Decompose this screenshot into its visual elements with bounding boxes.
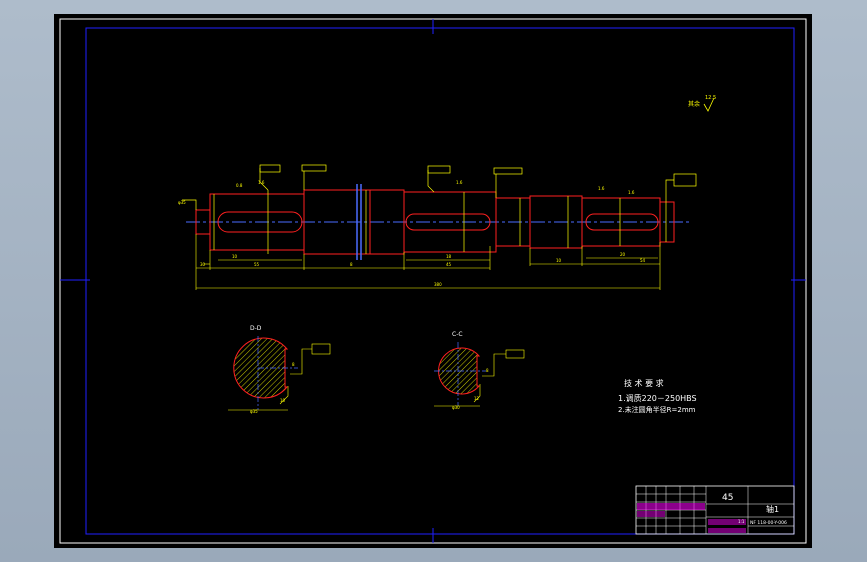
surface-finish-label: 1.6 — [628, 190, 635, 195]
roughness-symbol: 其余 12.5 — [688, 95, 716, 112]
surface-finish-label: 1.6 — [598, 186, 605, 191]
length-dimension: 10 — [232, 254, 238, 259]
length-dimension: 20 — [620, 252, 626, 257]
length-dimension: 54 — [640, 258, 646, 263]
section-view-d-d: D-D φ35 10 8 — [228, 325, 331, 414]
section-diameter: φ30 — [452, 405, 460, 410]
shaft-drawing: 其余 12.5 φ35 0.8 1.6 1.6 1.6 1.6 380 30 1… — [59, 18, 807, 544]
centering-marks — [60, 19, 806, 543]
roughness-label: 其余 — [688, 100, 700, 108]
title-block: 45 轴1 1:1 NF 118-00-Y-006 — [635, 485, 795, 535]
tech-req-line-1: 1.调质220－250HBS — [618, 393, 697, 403]
section-view-c-c: C-C φ30 12 8 — [434, 331, 525, 410]
length-dimension: 8 — [350, 262, 353, 267]
tech-req-title: 技 术 要 求 — [624, 378, 664, 388]
outer-border — [59, 18, 807, 544]
length-dimension: 10 — [556, 258, 562, 263]
surface-finish-label: 1.6 — [456, 180, 463, 185]
cad-drawing-canvas[interactable]: 其余 12.5 φ35 0.8 1.6 1.6 1.6 1.6 380 30 1… — [54, 14, 812, 548]
section-label: C-C — [452, 331, 463, 338]
keyway-width: 12 — [474, 396, 480, 401]
length-dimension: 18 — [446, 254, 452, 259]
keyway-depth: 8 — [486, 368, 489, 373]
material: 45 — [722, 493, 733, 503]
scale: 1:1 — [738, 519, 745, 524]
length-dimension: 30 — [200, 262, 206, 267]
shaft-main-view: φ35 0.8 1.6 1.6 1.6 1.6 380 30 10 55 8 1… — [178, 164, 697, 290]
overall-length-dimension: 380 — [434, 282, 442, 287]
keyway-depth: 8 — [292, 362, 295, 367]
section-diameter: φ35 — [250, 409, 258, 414]
keyway-width: 10 — [280, 398, 286, 403]
technical-requirements: 技 术 要 求 1.调质220－250HBS 2.未注圆角半径R=2mm — [618, 378, 697, 414]
section-label: D-D — [250, 325, 262, 332]
length-dimension: 55 — [254, 262, 260, 267]
part-name: 轴1 — [766, 504, 779, 514]
surface-finish-label: 1.6 — [258, 180, 265, 185]
tech-req-line-2: 2.未注圆角半径R=2mm — [618, 405, 696, 414]
surface-finish-label: 0.8 — [236, 183, 243, 188]
diameter-label: φ35 — [178, 200, 186, 205]
length-dimension: 45 — [446, 262, 452, 267]
roughness-value: 12.5 — [705, 95, 716, 101]
drawing-number: NF 118-00-Y-006 — [750, 520, 787, 526]
